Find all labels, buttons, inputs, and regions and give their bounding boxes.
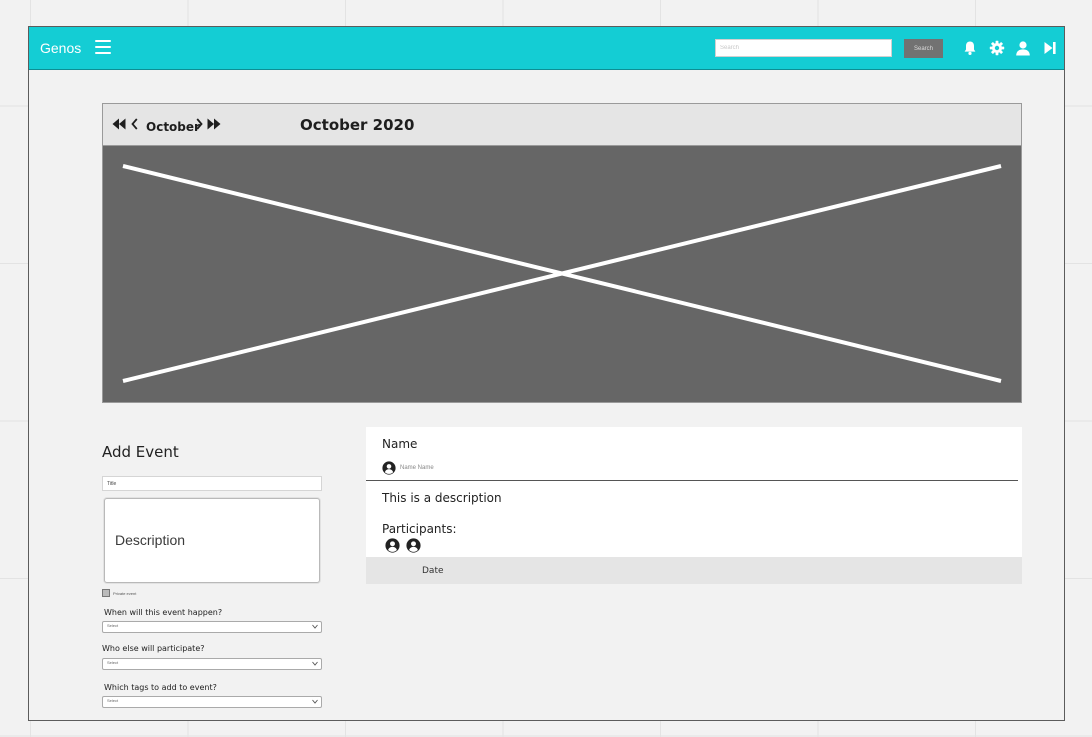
event-date-label: Date (422, 566, 444, 576)
when-select-value: Select (107, 623, 119, 628)
divider (366, 480, 1018, 481)
gear-icon[interactable] (989, 40, 1005, 56)
chevron-down-icon (312, 699, 318, 704)
private-event-row: Private event (102, 589, 136, 597)
brand-name[interactable]: Genos (40, 40, 81, 56)
user-avatar-icon (382, 461, 396, 475)
participant-avatar-icon[interactable] (406, 538, 421, 553)
event-detail-card: Name Name Name This is a description Par… (366, 427, 1022, 584)
top-navigation-bar: Genos Search (29, 27, 1064, 70)
event-owner-name: Name Name (400, 465, 434, 471)
participants-select-value: Select (107, 660, 119, 665)
calendar-header: October October 2020 (102, 103, 1022, 146)
participants-select[interactable]: Select (102, 658, 322, 670)
month-label: October (146, 120, 200, 134)
double-chevron-left-icon[interactable] (112, 118, 126, 130)
logout-icon[interactable] (1042, 40, 1058, 56)
calendar-title: October 2020 (300, 116, 415, 134)
participants-label: Participants: (382, 522, 457, 536)
app-window: Genos Search Search October October 2020… (28, 26, 1065, 721)
tags-select[interactable]: Select (102, 696, 322, 708)
user-icon[interactable] (1015, 40, 1031, 56)
private-event-checkbox[interactable] (102, 589, 110, 597)
chevron-right-icon[interactable] (196, 118, 203, 130)
when-field-label: When will this event happen? (104, 608, 223, 617)
title-input[interactable] (102, 476, 322, 491)
private-event-label: Private event (113, 590, 137, 596)
participant-avatar-icon[interactable] (385, 538, 400, 553)
chevron-left-icon[interactable] (131, 118, 138, 130)
event-owner: Name Name (382, 461, 434, 475)
menu-icon[interactable] (95, 40, 111, 54)
calendar-image-placeholder (102, 146, 1022, 403)
search-input[interactable] (715, 39, 892, 57)
event-description: This is a description (382, 491, 502, 505)
description-input[interactable] (104, 498, 320, 583)
tags-field-label: Which tags to add to event? (104, 683, 217, 692)
tags-select-value: Select (107, 698, 119, 703)
event-date-bar: Date (366, 557, 1022, 584)
search-button[interactable]: Search (904, 39, 943, 58)
chevron-down-icon (312, 624, 318, 629)
add-event-heading: Add Event (102, 443, 179, 461)
when-select[interactable]: Select (102, 621, 322, 633)
placeholder-cross (122, 164, 1002, 383)
double-chevron-right-icon[interactable] (207, 118, 221, 130)
chevron-down-icon (312, 661, 318, 666)
participants-field-label: Who else will participate? (102, 644, 205, 653)
participants-list (385, 538, 421, 553)
event-name-label: Name (382, 437, 418, 451)
bell-icon[interactable] (962, 40, 978, 56)
